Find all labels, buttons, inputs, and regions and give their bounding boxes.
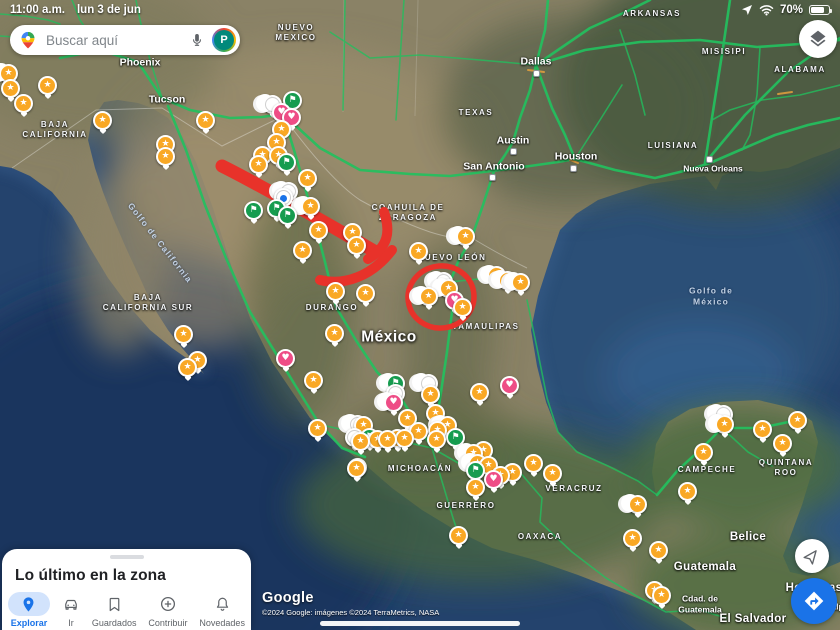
tab-novedades[interactable]: Novedades: [199, 592, 245, 628]
navigation-arrow-icon: [803, 550, 817, 565]
bottom-sheet[interactable]: Lo último en la zona Explorar Ir Guardad…: [2, 549, 251, 630]
star-pin[interactable]: ★: [156, 147, 175, 166]
map-viewport[interactable]: Phoenix Tucson NUEVO MEXICO Dallas ARKANSAS M…: [0, 0, 840, 630]
star-pin[interactable]: ★: [293, 241, 312, 260]
star-pin[interactable]: ★: [421, 385, 440, 404]
star-pin[interactable]: ★: [753, 420, 772, 439]
tab-guardados[interactable]: Guardados: [91, 592, 137, 628]
star-pin[interactable]: ★: [694, 443, 713, 462]
star-pin[interactable]: ★: [298, 169, 317, 188]
star-pin[interactable]: ★: [178, 358, 197, 377]
sheet-title: Lo último en la zona: [15, 567, 166, 584]
star-pin[interactable]: ★: [621, 493, 647, 514]
heart-pin[interactable]: ♥: [276, 349, 295, 368]
tab-bar: Explorar Ir Guardados Contribuir Novedad…: [2, 592, 251, 628]
tab-label: Ir: [68, 618, 74, 628]
star-pin[interactable]: ★: [412, 285, 438, 306]
tab-contribuir[interactable]: Contribuir: [148, 592, 187, 628]
add-circle-icon: [159, 592, 177, 616]
tab-explorar[interactable]: Explorar: [7, 592, 50, 628]
layers-icon: [810, 30, 826, 47]
star-pin[interactable]: ★: [325, 324, 344, 343]
star-pin[interactable]: ★: [409, 242, 428, 261]
star-pin[interactable]: ★: [449, 225, 475, 246]
star-pin[interactable]: ★: [504, 271, 530, 292]
star-pin[interactable]: ★: [347, 459, 366, 478]
flag-pin[interactable]: ⚑: [244, 201, 263, 220]
home-indicator[interactable]: [320, 621, 520, 626]
battery-icon: [809, 5, 832, 15]
star-pin[interactable]: ★: [174, 325, 193, 344]
star-pin[interactable]: ★: [773, 434, 792, 453]
star-pin[interactable]: ★: [427, 430, 446, 449]
star-pin[interactable]: ★: [308, 419, 327, 438]
flag-pin[interactable]: ⚑: [277, 153, 296, 172]
star-pin[interactable]: ★: [453, 298, 472, 317]
star-pin[interactable]: ★: [466, 478, 485, 497]
directions-button[interactable]: [791, 578, 837, 624]
search-bar[interactable]: P: [10, 25, 240, 55]
star-pin[interactable]: ★: [294, 195, 320, 216]
star-pin[interactable]: ★: [378, 430, 397, 449]
star-pin[interactable]: ★: [708, 413, 734, 434]
star-pin[interactable]: ★: [309, 221, 328, 240]
bell-icon: [214, 592, 231, 616]
battery-percent: 70%: [779, 4, 803, 16]
star-pin[interactable]: ★: [347, 236, 366, 255]
account-avatar[interactable]: P: [212, 28, 236, 52]
star-pin[interactable]: ★: [356, 284, 375, 303]
flag-pin[interactable]: ⚑: [278, 206, 297, 225]
heart-pin[interactable]: ♥: [484, 470, 503, 489]
star-pin[interactable]: ★: [449, 526, 468, 545]
location-services-icon: [741, 5, 752, 15]
star-pin[interactable]: ★: [678, 482, 697, 501]
star-pin[interactable]: ★: [196, 111, 215, 130]
star-pin[interactable]: ★: [93, 111, 112, 130]
tab-ir[interactable]: Ir: [62, 592, 80, 628]
tab-label: Guardados: [91, 618, 137, 628]
star-pin[interactable]: ★: [38, 76, 57, 95]
status-date: lun 3 de jun: [76, 4, 141, 16]
explore-pin-icon: [7, 592, 50, 616]
heart-pin[interactable]: ♥: [377, 391, 403, 412]
star-pin[interactable]: ★: [623, 529, 642, 548]
car-icon: [62, 592, 80, 616]
star-pin[interactable]: ★: [524, 454, 543, 473]
tab-label: Contribuir: [148, 618, 188, 628]
star-pin[interactable]: ★: [649, 541, 668, 560]
avatar-letter: P: [214, 30, 234, 50]
star-pin[interactable]: ★: [470, 383, 489, 402]
microphone-icon[interactable]: [189, 32, 205, 48]
directions-icon: [804, 591, 824, 611]
google-maps-pin-logo: [21, 31, 35, 49]
status-bar: 11:00 a.m. lun 3 de jun 70%: [0, 0, 840, 20]
bookmark-icon: [106, 592, 123, 616]
star-pin[interactable]: ★: [304, 371, 323, 390]
heart-pin[interactable]: ♥: [500, 376, 519, 395]
star-pin[interactable]: ★: [249, 155, 268, 174]
tab-label: Explorar: [10, 618, 48, 628]
wifi-icon: [759, 5, 774, 16]
star-pin[interactable]: ★: [543, 464, 562, 483]
star-pin[interactable]: ★: [395, 429, 414, 448]
my-location-button[interactable]: [795, 539, 829, 573]
layers-button[interactable]: [799, 20, 837, 58]
tab-label: Novedades: [199, 618, 245, 628]
star-pin[interactable]: ★: [14, 94, 33, 113]
star-pin[interactable]: ★: [326, 282, 345, 301]
search-input[interactable]: [44, 31, 182, 49]
status-time: 11:00 a.m.: [10, 4, 65, 16]
map-pins: ★★★★★★★★⚑♥♥★★★★★⚑★★⚑⚑⚑★★★★★★★★★★♥★★★★★★★…: [0, 0, 840, 630]
star-pin[interactable]: ★: [652, 586, 671, 605]
sheet-drag-handle[interactable]: [109, 555, 144, 559]
star-pin[interactable]: ★: [788, 411, 807, 430]
star-pin[interactable]: ★: [351, 432, 370, 451]
